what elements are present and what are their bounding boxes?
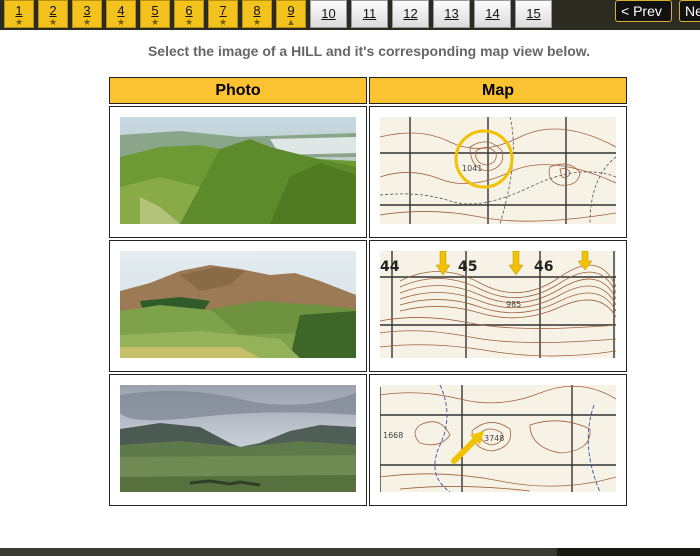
star-icon: ★ [184,17,194,27]
page-button-8[interactable]: 8 ★ [242,0,272,28]
elevation-label: 1041 [462,164,482,173]
grid-label-1: 44 [380,259,400,275]
star-icon: ★ [48,17,58,27]
page-button-2[interactable]: 2 ★ [38,0,68,28]
hill-photo [120,117,356,224]
star-icon: ★ [116,17,126,27]
photo-option-2[interactable] [109,240,367,372]
valley-photo [120,385,356,492]
current-page-icon: ▲ [286,17,296,27]
page-number: 12 [403,6,418,21]
prev-button[interactable]: < Prev [615,0,672,22]
map-option-3[interactable]: 1668 3748 [369,374,627,506]
hill-photo [120,251,356,358]
instruction-text: Select the image of a HILL and it's corr… [147,43,591,59]
map-column-header: Map [369,77,627,104]
page-button-4[interactable]: 4 ★ [106,0,136,28]
star-icon: ★ [252,17,262,27]
page-button-9[interactable]: 9 ▲ [276,0,306,28]
elevation-label: 985 [506,300,521,309]
star-icon: ★ [82,17,92,27]
page-button-5[interactable]: 5 ★ [140,0,170,28]
page-button-10[interactable]: 10 [310,0,347,28]
grid-label: 1668 [383,431,403,440]
photo-option-3[interactable] [109,374,367,506]
grid-label-2: 45 [458,259,477,275]
bottom-bar [0,548,700,556]
page-number: 13 [444,6,459,21]
star-icon: ★ [218,17,228,27]
topo-map: 44 45 46 985 [380,251,616,358]
map-option-2[interactable]: 44 45 46 985 [369,240,627,372]
page-button-13[interactable]: 13 [433,0,470,28]
page-number: 11 [362,6,377,21]
page-number: 15 [526,6,541,21]
map-option-1[interactable]: 1041 [369,106,627,238]
topo-map: 1668 3748 [380,385,616,492]
page-button-3[interactable]: 3 ★ [72,0,102,28]
bottom-bar-right [557,548,700,556]
page-buttons: 1 ★ 2 ★ 3 ★ 4 ★ 5 ★ 6 ★ 7 ★ 8 ★ 9 ▲ 10 11 12 13 14 15 [4,0,556,30]
page-button-14[interactable]: 14 [474,0,511,28]
page-button-11[interactable]: 11 [351,0,388,28]
topo-map: 1041 [380,117,616,224]
elevation-label: 3748 [484,434,504,443]
page-number: 14 [485,6,500,21]
page-button-15[interactable]: 15 [515,0,552,28]
page-button-6[interactable]: 6 ★ [174,0,204,28]
page-button-12[interactable]: 12 [392,0,429,28]
photo-column-header: Photo [109,77,367,104]
grid-label-3: 46 [534,259,553,275]
star-icon: ★ [150,17,160,27]
page-number: 10 [321,6,336,21]
page-button-1[interactable]: 1 ★ [4,0,34,28]
quiz-page: 1★2★3★4★5★6★7★8★9▲ 10 11 12 13 14 15 < Prev Ne… [0,0,700,556]
photo-option-1[interactable] [109,106,367,238]
star-icon: ★ [14,17,24,27]
top-navigation-bar: 1★2★3★4★5★6★7★8★9▲ 10 11 12 13 14 15 < Prev Ne… [0,0,700,30]
next-button[interactable]: Next [679,0,700,22]
page-button-7[interactable]: 7 ★ [208,0,238,28]
